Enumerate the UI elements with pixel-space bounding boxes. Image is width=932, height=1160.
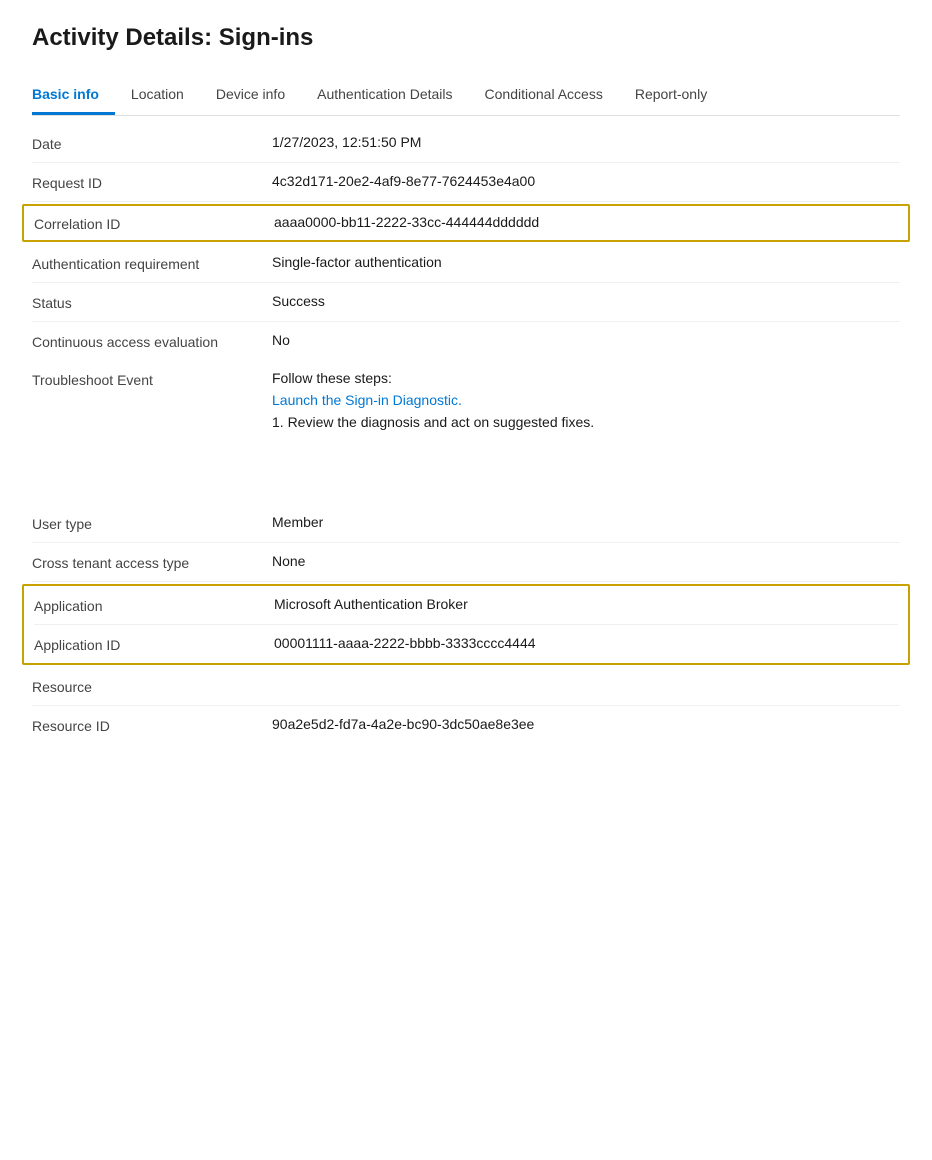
field-row-status: Status Success	[32, 283, 900, 322]
label-application-id: Application ID	[34, 635, 274, 653]
field-row-application-id: Application ID 00001111-aaaa-2222-bbbb-3…	[34, 625, 898, 663]
value-user-type: Member	[272, 514, 900, 530]
field-row-cae: Continuous access evaluation No	[32, 322, 900, 360]
label-auth-req: Authentication requirement	[32, 254, 272, 272]
tab-authentication-details[interactable]: Authentication Details	[301, 76, 468, 115]
value-resource-id: 90a2e5d2-fd7a-4a2e-bc90-3dc50ae8e3ee	[272, 716, 900, 732]
field-row-auth-req: Authentication requirement Single-factor…	[32, 244, 900, 283]
field-row-user-type: User type Member	[32, 504, 900, 543]
fields-bottom-section: User type Member Cross tenant access typ…	[32, 504, 900, 744]
label-status: Status	[32, 293, 272, 311]
field-row-request-id: Request ID 4c32d171-20e2-4af9-8e77-76244…	[32, 163, 900, 202]
field-row-cross-tenant: Cross tenant access type None	[32, 543, 900, 582]
fields-top-section: Date 1/27/2023, 12:51:50 PM Request ID 4…	[32, 124, 900, 360]
label-application: Application	[34, 596, 274, 614]
tab-bar: Basic info Location Device info Authenti…	[32, 76, 900, 116]
troubleshoot-event-row: Troubleshoot Event Follow these steps: L…	[32, 360, 900, 440]
field-row-resource: Resource	[32, 667, 900, 706]
label-request-id: Request ID	[32, 173, 272, 191]
label-cross-tenant: Cross tenant access type	[32, 553, 272, 571]
value-application: Microsoft Authentication Broker	[274, 596, 898, 612]
value-auth-req: Single-factor authentication	[272, 254, 900, 270]
launch-diagnostic-link[interactable]: Launch the Sign-in Diagnostic.	[272, 392, 900, 408]
value-status: Success	[272, 293, 900, 309]
step-1-text: 1. Review the diagnosis and act on sugge…	[272, 414, 900, 430]
content-area: Date 1/27/2023, 12:51:50 PM Request ID 4…	[32, 116, 900, 744]
label-user-type: User type	[32, 514, 272, 532]
value-application-id: 00001111-aaaa-2222-bbbb-3333cccc4444	[274, 635, 898, 651]
value-cross-tenant: None	[272, 553, 900, 569]
label-resource: Resource	[32, 677, 272, 695]
tab-report-only[interactable]: Report-only	[619, 76, 723, 115]
label-resource-id: Resource ID	[32, 716, 272, 734]
field-row-correlation-id: Correlation ID aaaa0000-bb11-2222-33cc-4…	[22, 204, 910, 242]
label-correlation-id: Correlation ID	[34, 214, 274, 232]
label-date: Date	[32, 134, 272, 152]
label-cae: Continuous access evaluation	[32, 332, 272, 350]
troubleshoot-content: Follow these steps: Launch the Sign-in D…	[272, 370, 900, 430]
application-highlighted-group: Application Microsoft Authentication Bro…	[22, 584, 910, 665]
label-troubleshoot: Troubleshoot Event	[32, 370, 272, 388]
field-row-date: Date 1/27/2023, 12:51:50 PM	[32, 124, 900, 163]
tab-device-info[interactable]: Device info	[200, 76, 301, 115]
follow-steps-text: Follow these steps:	[272, 370, 900, 386]
value-request-id: 4c32d171-20e2-4af9-8e77-7624453e4a00	[272, 173, 900, 189]
value-date: 1/27/2023, 12:51:50 PM	[272, 134, 900, 150]
value-cae: No	[272, 332, 900, 348]
field-row-application: Application Microsoft Authentication Bro…	[34, 586, 898, 625]
page-title: Activity Details: Sign-ins	[32, 24, 900, 52]
tab-basic-info[interactable]: Basic info	[32, 76, 115, 115]
field-row-resource-id: Resource ID 90a2e5d2-fd7a-4a2e-bc90-3dc5…	[32, 706, 900, 744]
value-correlation-id: aaaa0000-bb11-2222-33cc-444444dddddd	[274, 214, 898, 230]
tab-location[interactable]: Location	[115, 76, 200, 115]
tab-conditional-access[interactable]: Conditional Access	[469, 76, 619, 115]
